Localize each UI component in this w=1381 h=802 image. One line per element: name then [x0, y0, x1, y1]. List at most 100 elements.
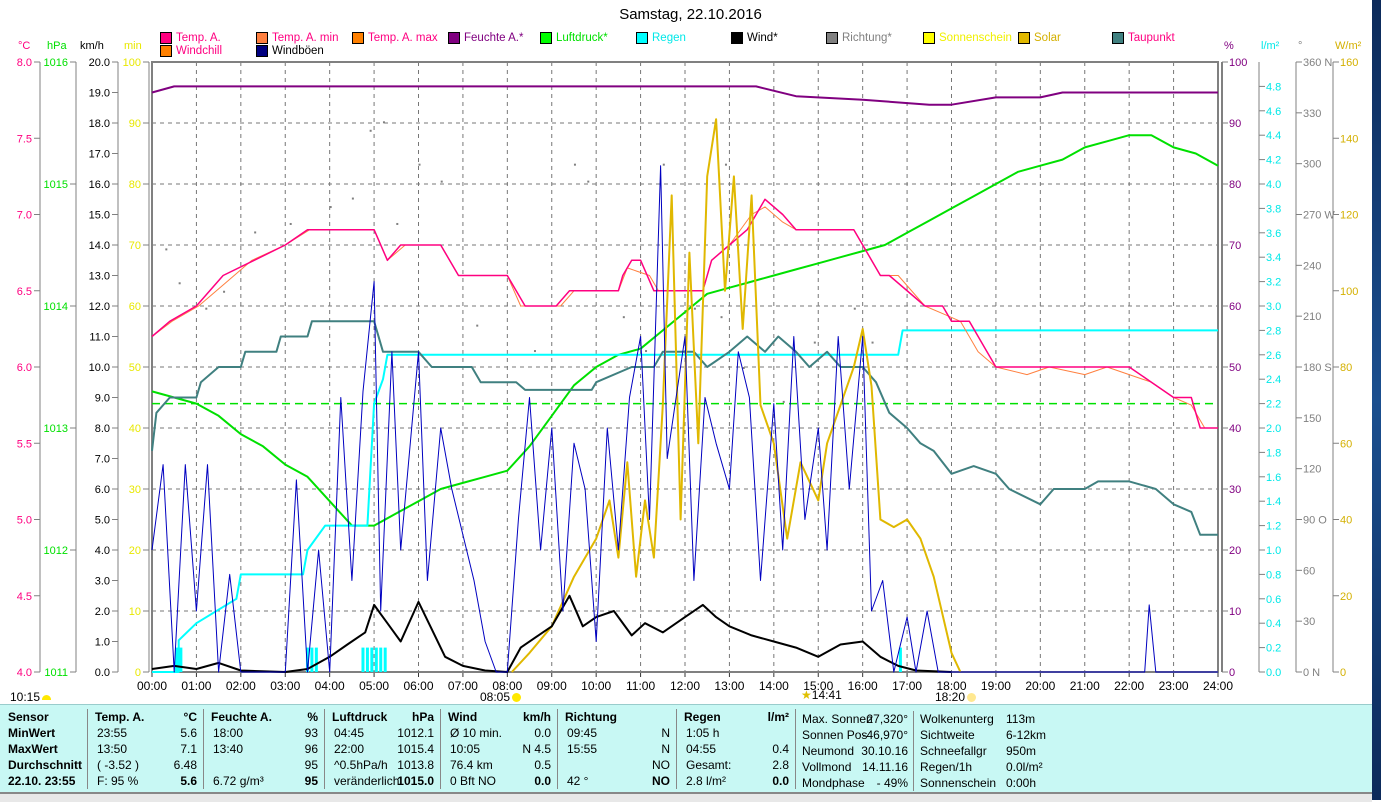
x-tick-label: 21:00: [1070, 679, 1100, 693]
axis-tick-label: 17.0: [89, 149, 110, 161]
row-label: 22.10. 23:55: [8, 774, 76, 788]
axis-tick-label: 1.2: [1266, 521, 1281, 533]
window-edge: [1372, 0, 1381, 800]
direction-point: [329, 206, 332, 209]
axis-tick-label: 3.8: [1266, 203, 1281, 215]
col-temp: Temp. A. °C 23:55 5.6 13:50 7.1 ( -3.52 ) 6.48 F…: [88, 709, 204, 789]
axis-tick-label: 30: [129, 484, 141, 496]
axis-tick-label: 20.0: [89, 57, 110, 69]
axis-tick-label: 5.5: [17, 438, 32, 450]
info-value: -46,970°: [862, 728, 909, 742]
cell-label: 09:45: [567, 726, 598, 740]
axis-tick-label: 0.0: [95, 667, 110, 679]
x-tick-label: 05:00: [359, 679, 389, 693]
sunrise-icon: [512, 693, 522, 703]
axis-tick-label: 300: [1303, 159, 1321, 171]
col-misc: Wolkenunterg 113m Sichtweite 6-12km Schneefa…: [914, 711, 1114, 791]
axis-tick-label: 90: [1229, 118, 1241, 130]
axis-tick-label: 40: [1340, 515, 1352, 527]
direction-point: [724, 163, 727, 166]
info-value: 14.11.16: [862, 760, 908, 774]
direction-point: [254, 231, 257, 234]
axis-tick-label: 0.0: [1266, 667, 1281, 679]
axis-tick-label: 7.5: [17, 133, 32, 145]
cell-label: 76.4 km: [450, 758, 493, 772]
x-tick-label: 04:00: [315, 679, 345, 693]
axis-tick-label: 2.0: [1266, 423, 1281, 435]
info-value: 0.0l/m²: [1006, 760, 1043, 774]
axis-tick-label: 90 O: [1303, 515, 1327, 527]
axis-tick-label: 1016: [44, 57, 68, 69]
info-label: Regen/1h: [920, 760, 973, 774]
axis-tick-label: 3.2: [1266, 277, 1281, 289]
axis-tick-label: 3.4: [1266, 252, 1281, 264]
cell-label: 6.72 g/m³: [213, 774, 264, 788]
x-tick-label: 02:00: [226, 679, 256, 693]
x-tick-label: 24:00: [1203, 679, 1233, 693]
info-label: Neumond: [802, 744, 855, 758]
direction-point: [871, 341, 874, 344]
axis-tick-label: 2.8: [1266, 325, 1281, 337]
axis-tick-label: 3.0: [95, 576, 110, 588]
col-unit: l/m²: [767, 710, 789, 724]
axis-tick-label: 100: [1229, 57, 1247, 69]
cell-value: NO: [652, 774, 670, 788]
cell-label: 23:55: [97, 726, 128, 740]
axis-tick-label: 6.5: [17, 286, 32, 298]
cell-label: 22:00: [334, 742, 365, 756]
axis-tick-label: 1.4: [1266, 496, 1281, 508]
status-bar: [0, 792, 1372, 802]
axis-tick-label: 180 S: [1303, 362, 1332, 374]
direction-point: [573, 163, 576, 166]
info-value: 0:00h: [1006, 776, 1037, 790]
col-header: Regen: [684, 710, 721, 724]
x-tick-label: 11:00: [626, 679, 655, 693]
cell-label: 10:05: [450, 742, 481, 756]
direction-point: [853, 307, 856, 310]
cell-label: 13:40: [213, 742, 244, 756]
col-unit: °C: [183, 710, 197, 724]
col-sensor: Sensor MinWert MaxWert Durchschnitt 22.1…: [0, 709, 88, 789]
col-header: Richtung: [565, 710, 617, 724]
axis-unit-label: l/m²: [1261, 40, 1280, 52]
axis-tick-label: 11.0: [89, 332, 110, 344]
axis-tick-label: 80: [1229, 179, 1241, 191]
axis-tick-label: 0.4: [1266, 618, 1281, 630]
marker-left-time: 10:15: [10, 690, 52, 704]
cell-value: 0.0: [772, 774, 789, 788]
axis-tick-label: 160: [1340, 57, 1358, 69]
axis-tick-label: 6.0: [95, 484, 110, 496]
info-value: - 49%: [876, 776, 908, 790]
axis-tick-label: 12.0: [89, 301, 110, 313]
axis-tick-label: 9.0: [95, 393, 110, 405]
axis-tick-label: 4.6: [1266, 106, 1281, 118]
x-tick-label: 09:00: [537, 679, 567, 693]
direction-point: [418, 163, 421, 166]
axis-tick-label: 0: [135, 667, 141, 679]
col-header: Sensor: [8, 710, 49, 724]
axis-tick-label: 16.0: [89, 179, 110, 191]
axis-tick-label: 240: [1303, 260, 1321, 272]
left-time-label: 10:15: [10, 690, 41, 704]
star-icon: ★: [801, 688, 812, 702]
cell-label: Gesamt:: [686, 758, 732, 772]
col-wind: Wind km/h Ø 10 min. 0.0 10:05 N 4.5 76.4 km 0.5…: [441, 709, 558, 789]
axis-tick-label: 0.2: [1266, 643, 1281, 655]
cell-label: 15:55: [567, 742, 598, 756]
direction-point: [693, 307, 696, 310]
axis-tick-label: 4.0: [95, 545, 110, 557]
cell-label: 42 °: [567, 774, 589, 788]
axis-tick-label: 8.0: [17, 57, 32, 69]
axis-tick-label: 100: [123, 57, 141, 69]
x-tick-label: 16:00: [848, 679, 878, 693]
direction-point: [645, 350, 648, 353]
direction-point: [382, 121, 385, 124]
axis-tick-label: 7.0: [17, 210, 32, 222]
x-tick-label: 01:00: [181, 679, 211, 693]
cell-value: 0.0: [534, 726, 551, 740]
axis-tick-label: 60: [1340, 438, 1352, 450]
x-tick-label: 14:00: [759, 679, 789, 693]
direction-point: [289, 222, 292, 225]
axis-tick-label: 60: [1303, 565, 1315, 577]
cell-label: 04:55: [686, 742, 717, 756]
